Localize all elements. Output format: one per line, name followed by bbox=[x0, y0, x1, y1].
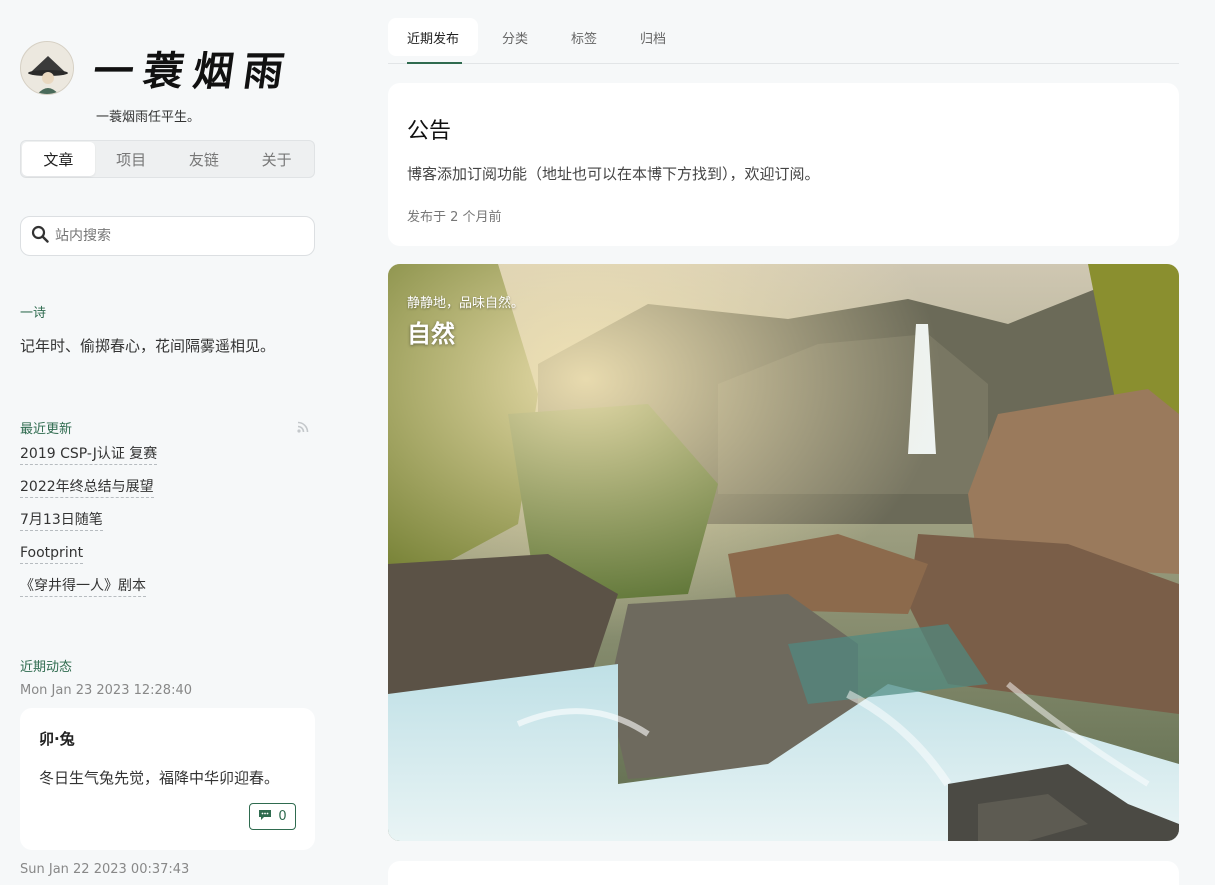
site-tagline: 一蓑烟雨任平生。 bbox=[96, 110, 201, 125]
activity-card: 卯·兔 冬日生气兔先觉，福降中华卯迎春。 0 bbox=[20, 708, 315, 850]
poem-label: 一诗 bbox=[20, 306, 47, 321]
sidebar-tabs: 文章 项目 友链 关于 bbox=[20, 140, 315, 178]
sidebar-tab-articles[interactable]: 文章 bbox=[22, 142, 95, 176]
featured-title[interactable]: 自然 bbox=[407, 314, 455, 349]
tab-recent[interactable]: 近期发布 bbox=[388, 18, 479, 56]
rss-icon[interactable] bbox=[297, 418, 309, 437]
announcement-card[interactable]: 公告 博客添加订阅功能（地址也可以在本博下方找到），欢迎订阅。 发布于 2 个月… bbox=[388, 83, 1179, 246]
announcement-meta: 发布于 2 个月前 bbox=[407, 210, 502, 225]
activity-text: 冬日生气兔先觉，福降中华卯迎春。 bbox=[39, 769, 280, 787]
recent-updates-header: 最近更新 bbox=[20, 418, 315, 437]
search-icon[interactable] bbox=[31, 225, 49, 247]
comment-count: 0 bbox=[278, 809, 287, 824]
main-content: 近期发布 分类 标签 归档 公告 博客添加订阅功能（地址也可以在本博下方找到），… bbox=[388, 18, 1179, 885]
tab-archive[interactable]: 归档 bbox=[621, 18, 685, 56]
sidebar-tab-links[interactable]: 友链 bbox=[168, 142, 241, 176]
activity-title: 卯·兔 bbox=[39, 730, 75, 748]
search-box bbox=[20, 216, 315, 256]
sidebar: 一蓑烟雨 一蓑烟雨任平生。 文章 项目 友链 关于 一诗 记年时、偷掷春心，花间… bbox=[20, 40, 315, 877]
active-tab-indicator bbox=[407, 62, 462, 64]
tab-tags[interactable]: 标签 bbox=[552, 18, 616, 56]
brand: 一蓑烟雨 bbox=[20, 40, 315, 96]
sidebar-tab-about[interactable]: 关于 bbox=[240, 142, 313, 176]
recent-post-link[interactable]: 7月13日随笔 bbox=[20, 510, 103, 531]
announcement-text: 博客添加订阅功能（地址也可以在本博下方找到），欢迎订阅。 bbox=[407, 165, 820, 183]
main-tabs: 近期发布 分类 标签 归档 bbox=[388, 18, 1179, 64]
comment-icon bbox=[258, 809, 272, 825]
poem-text: 记年时、偷掷春心，花间隔雾遥相见。 bbox=[20, 337, 276, 355]
recent-post-link[interactable]: 2022年终总结与展望 bbox=[20, 477, 154, 498]
recent-activity-label: 近期动态 bbox=[20, 660, 73, 675]
sidebar-tab-projects[interactable]: 项目 bbox=[95, 142, 168, 176]
site-logo-title[interactable]: 一蓑烟雨 bbox=[90, 39, 298, 97]
tab-categories[interactable]: 分类 bbox=[483, 18, 547, 56]
comment-button[interactable]: 0 bbox=[249, 803, 296, 830]
activity-date: Sun Jan 22 2023 00:37:43 bbox=[20, 862, 190, 877]
avatar[interactable] bbox=[20, 41, 74, 95]
waterfall-landscape-image bbox=[388, 264, 1179, 841]
recent-post-link[interactable]: 《穿井得一人》剧本 bbox=[20, 576, 146, 597]
featured-subtitle: 静静地，品味自然。 bbox=[407, 296, 525, 311]
recent-post-link[interactable]: 2019 CSP-J认证 复赛 bbox=[20, 444, 158, 465]
recent-updates-label: 最近更新 bbox=[20, 422, 73, 437]
activity-date: Mon Jan 23 2023 12:28:40 bbox=[20, 683, 192, 698]
recent-post-link[interactable]: Footprint bbox=[20, 543, 84, 564]
featured-post-card[interactable]: 静静地，品味自然。 自然 bbox=[388, 264, 1179, 841]
next-post-card[interactable] bbox=[388, 861, 1179, 885]
recent-updates-list: 2019 CSP-J认证 复赛 2022年终总结与展望 7月13日随笔 Foot… bbox=[20, 443, 315, 608]
announcement-title: 公告 bbox=[407, 119, 452, 144]
search-input[interactable] bbox=[55, 228, 285, 244]
